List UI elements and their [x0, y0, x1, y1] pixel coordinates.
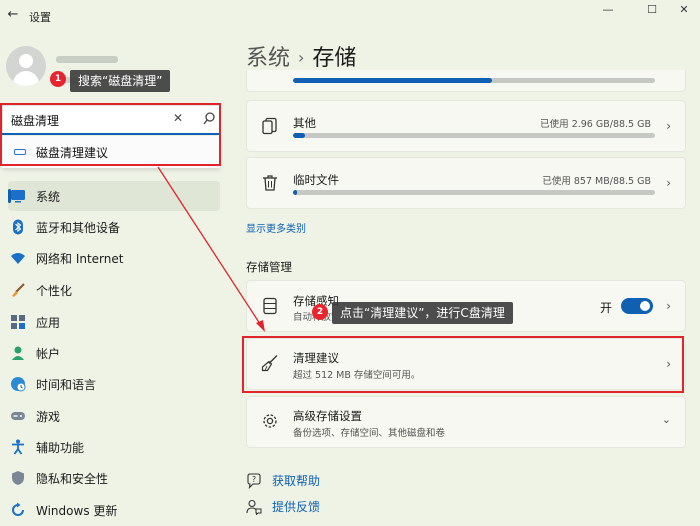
- sidebar-item-apps[interactable]: 应用: [8, 307, 220, 337]
- account-name-blurred: [56, 56, 118, 63]
- sidebar-item-label: 蓝牙和其他设备: [36, 221, 121, 235]
- breadcrumb-current: 存储: [312, 46, 357, 71]
- sidebar-item-privacy[interactable]: 隐私和安全性: [8, 463, 220, 493]
- storage-category-other[interactable]: 其他 已使用 2.96 GB/88.5 GB ›: [246, 100, 686, 152]
- storage-sense-toggle-label: 开: [600, 301, 613, 315]
- sidebar-item-label: 隐私和安全性: [36, 472, 109, 486]
- close-button[interactable]: ✕: [666, 3, 700, 17]
- sidebar-item-bluetooth[interactable]: 蓝牙和其他设备: [8, 212, 220, 242]
- minimize-button[interactable]: —: [590, 3, 626, 17]
- get-help-link[interactable]: ? 获取帮助: [246, 472, 366, 490]
- get-help-label: 获取帮助: [272, 474, 321, 488]
- category-name: 其他: [293, 116, 316, 130]
- maximize-button[interactable]: ☐: [634, 3, 670, 17]
- chevron-down-icon: ⌄: [661, 413, 671, 426]
- advanced-storage-title: 高级存储设置: [293, 409, 362, 423]
- category-name: 临时文件: [293, 173, 339, 187]
- person-icon: [12, 346, 24, 360]
- avatar[interactable]: [6, 46, 46, 86]
- app-title: 设置: [29, 11, 51, 24]
- brush-icon: [12, 283, 25, 297]
- storage-drive-icon: [263, 297, 277, 315]
- step-2-callout: 点击“清理建议”，进行C盘清理: [332, 302, 513, 324]
- sidebar-item-time-language[interactable]: 时间和语言: [8, 369, 220, 399]
- storage-category-card-partial[interactable]: [246, 70, 686, 92]
- accessibility-icon: [12, 439, 24, 455]
- sidebar-item-system[interactable]: 系统: [8, 181, 220, 211]
- show-more-categories-link[interactable]: 显示更多类别: [246, 220, 306, 235]
- sidebar-item-gaming[interactable]: 游戏: [8, 401, 220, 431]
- sidebar-item-label: 网络和 Internet: [36, 252, 124, 266]
- other-files-icon: [262, 117, 277, 135]
- category-used: 已使用 2.96 GB/88.5 GB: [540, 119, 651, 130]
- sidebar-item-label: 辅助功能: [36, 441, 85, 455]
- breadcrumb-system[interactable]: 系统: [246, 46, 290, 71]
- category-usage-bar: [293, 190, 655, 195]
- storage-usage-bar: [293, 78, 655, 83]
- usage-fill: [293, 190, 298, 195]
- category-used: 已使用 857 MB/88.5 GB: [542, 176, 651, 187]
- title-bar: ← 设置 — ☐ ✕: [0, 0, 700, 32]
- help-icon: ?: [247, 473, 261, 489]
- usage-fill: [293, 78, 493, 83]
- sidebar-item-label: 系统: [36, 190, 61, 204]
- wifi-icon: [11, 253, 25, 264]
- sidebar-item-label: 帐户: [36, 347, 61, 361]
- update-icon: [12, 502, 24, 516]
- breadcrumb-separator: ›: [298, 48, 305, 67]
- sidebar-item-accounts[interactable]: 帐户: [8, 338, 220, 368]
- sidebar-item-accessibility[interactable]: 辅助功能: [8, 432, 220, 462]
- category-usage-bar: [293, 133, 655, 138]
- chevron-right-icon: ›: [666, 299, 671, 313]
- sidebar-item-personalization[interactable]: 个性化: [8, 275, 220, 305]
- avatar-head-shape: [19, 54, 33, 68]
- sidebar-item-label: 时间和语言: [36, 378, 97, 392]
- storage-management-title: 存储管理: [246, 260, 292, 274]
- toggle-knob: [640, 301, 650, 311]
- step-1-badge: 1: [50, 71, 66, 87]
- chevron-right-icon: ›: [666, 176, 671, 190]
- advanced-storage-settings-card[interactable]: 高级存储设置 备份选项、存储空间、其他磁盘和卷 ⌄: [246, 396, 686, 448]
- sidebar-item-network[interactable]: 网络和 Internet: [8, 243, 220, 273]
- sidebar-item-label: 游戏: [36, 410, 61, 424]
- step-1-callout: 搜索“磁盘清理”: [70, 70, 171, 92]
- storage-sense-toggle[interactable]: [621, 298, 653, 314]
- usage-fill: [293, 133, 306, 138]
- give-feedback-link[interactable]: 提供反馈: [246, 498, 366, 516]
- gamepad-icon: [11, 412, 25, 420]
- shield-icon: [12, 471, 24, 485]
- give-feedback-label: 提供反馈: [272, 500, 321, 514]
- highlight-search-box: [0, 103, 221, 166]
- step-2-badge: 2: [312, 304, 328, 320]
- trash-icon: [263, 175, 277, 191]
- globe-clock-icon: [11, 377, 26, 392]
- advanced-storage-subtitle: 备份选项、存储空间、其他磁盘和卷: [293, 428, 446, 439]
- apps-icon: [11, 315, 25, 329]
- svg-text:?: ?: [252, 475, 256, 484]
- sidebar-item-label: 应用: [36, 316, 61, 330]
- gear-icon: [263, 414, 277, 428]
- sidebar-item-label: Windows 更新: [36, 504, 118, 518]
- feedback-icon: [246, 499, 262, 515]
- page-title: 系统 › 存储: [246, 40, 356, 72]
- highlight-cleanup-recommendations: [242, 336, 684, 393]
- bluetooth-icon: [13, 219, 23, 235]
- avatar-body-shape: [13, 71, 39, 86]
- sidebar-item-label: 个性化: [36, 284, 73, 298]
- storage-category-temp-files[interactable]: 临时文件 已使用 857 MB/88.5 GB ›: [246, 157, 686, 209]
- back-button[interactable]: ←: [4, 6, 22, 24]
- chevron-right-icon: ›: [666, 119, 671, 133]
- sidebar-item-windows-update[interactable]: Windows 更新: [8, 495, 220, 525]
- monitor-icon: [11, 190, 25, 203]
